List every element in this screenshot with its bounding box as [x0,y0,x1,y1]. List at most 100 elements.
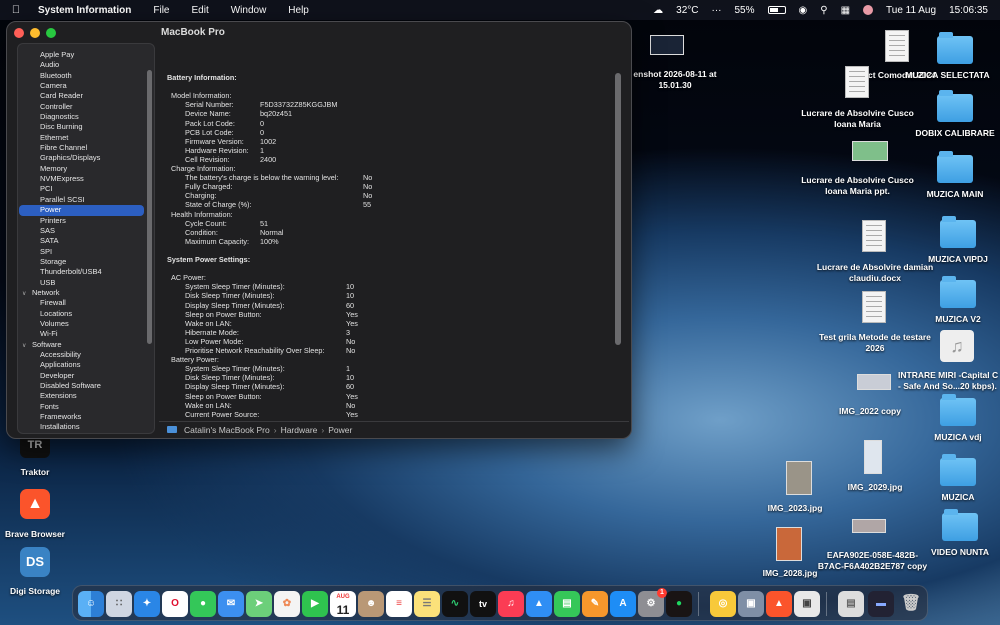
img-2022-thumbnail[interactable] [857,374,891,390]
sidebar-item-apple-pay[interactable]: Apple Pay [18,50,154,60]
disk-utility-icon[interactable]: ▣ [738,591,764,617]
contacts-icon[interactable]: ☻ [358,591,384,617]
notes-icon[interactable]: ☰ [414,591,440,617]
spotify-icon[interactable]: ● [666,591,692,617]
sidebar-group-software[interactable]: ∨ Software [18,340,154,350]
folder-muzica-icon[interactable] [940,454,976,486]
img-2022-label[interactable]: IMG_2022 copy [820,406,920,417]
sidebar-item-spi[interactable]: SPI [18,247,154,257]
sidebar-item-firewall[interactable]: Firewall [18,298,154,308]
calendar-icon[interactable]: AUG 11 [330,591,356,617]
apple-menu-icon[interactable]:  [0,4,32,16]
sidebar-item-audio[interactable]: Audio [18,60,154,70]
path-section[interactable]: Hardware [281,425,318,435]
tips-icon[interactable]: ◎ [710,591,736,617]
img-2023-label[interactable]: IMG_2023.jpg [750,503,840,514]
sidebar-item-ethernet[interactable]: Ethernet [18,133,154,143]
test-grila-document-icon[interactable] [862,291,886,323]
sidebar-item-card-reader[interactable]: Card Reader [18,91,154,101]
sidebar-item-memory[interactable]: Memory [18,164,154,174]
time-display[interactable]: 15:06:35 [949,5,988,16]
folder-muzica-main-label[interactable]: MUZICA MAIN [905,189,1000,200]
user-avatar-icon[interactable] [863,5,874,15]
battery-icon[interactable] [767,6,786,14]
img-2029-thumbnail[interactable] [864,440,882,474]
sidebar-item-pci[interactable]: PCI [18,184,154,194]
sidebar-item-usb[interactable]: USB [18,278,154,288]
app-store-icon[interactable]: A [610,591,636,617]
recent-screenshot-icon[interactable]: ▬ [868,591,894,617]
menu-file[interactable]: File [142,5,180,16]
system-settings-icon[interactable]: ⚙ 1 [638,588,667,617]
folder-muzica-label[interactable]: MUZICA [908,492,1000,503]
folder-video-nunta-label[interactable]: VIDEO NUNTA [910,547,1000,558]
zoom-button[interactable] [46,28,56,38]
folder-dobix-calibrare-label[interactable]: DOBIX CALIBRARE [905,128,1000,139]
search-icon[interactable]: ⚲ [820,5,827,16]
sidebar-item-fonts[interactable]: Fonts [18,402,154,412]
sidebar-item-camera[interactable]: Camera [18,81,154,91]
folder-muzica-selectata-label[interactable]: MUZICA SELECTATA [895,70,1000,81]
brave-browser-label[interactable]: Brave Browser [0,529,70,540]
app-menu[interactable]: System Information [32,5,142,16]
test-grila-label[interactable]: Test grila Metode de testare 2026 [805,332,945,354]
sidebar-item-sata[interactable]: SATA [18,236,154,246]
downloads-stack-icon[interactable]: ▤ [838,591,864,617]
folder-dobix-calibrare-icon[interactable] [937,90,973,122]
folder-muzica-v2-icon[interactable] [940,276,976,308]
keynote-icon[interactable]: ▲ [526,591,552,617]
temperature-status[interactable]: 32°C [676,5,698,16]
folder-muzica-v2-label[interactable]: MUZICA V2 [908,314,1000,325]
sidebar-item-disc-burning[interactable]: Disc Burning [18,122,154,132]
more-dots-icon[interactable]: ··· [711,5,721,16]
sidebar-group-network[interactable]: ∨ Network [18,288,154,298]
brave-browser-icon[interactable]: ▲ [20,489,50,519]
sidebar-item-storage[interactable]: Storage [18,257,154,267]
window-titlebar[interactable]: MacBook Pro [7,22,631,44]
photos-icon[interactable]: ✿ [274,591,300,617]
sidebar-item-power[interactable]: Power [19,205,144,216]
sidebar-item-frameworks[interactable]: Frameworks [18,412,154,422]
chevron-down-icon[interactable]: ∨ [22,341,32,351]
img-2023-thumbnail[interactable] [786,461,812,495]
launchpad-icon[interactable]: ∷ [106,591,132,617]
messages-icon[interactable]: ● [190,591,216,617]
menu-edit[interactable]: Edit [180,5,219,16]
menu-window[interactable]: Window [220,5,278,16]
digi-storage-label[interactable]: Digi Storage [0,586,70,597]
folder-muzica-main-icon[interactable] [937,151,973,183]
lucrare-cusco-label[interactable]: Lucrare de Absolvire Cusco Ioana Maria [790,108,925,130]
finder-icon[interactable]: ☺ [78,591,104,617]
music-icon[interactable]: ♫ [498,591,524,617]
brave-dock-icon[interactable]: ▲ [766,591,792,617]
apple-tv-icon[interactable]: tv [470,591,496,617]
sidebar-item-parallel-scsi[interactable]: Parallel SCSI [18,195,154,205]
sidebar-scrollbar[interactable] [147,70,152,344]
screenshot-file-label[interactable]: enshot 2026-08-11 at 15.01.30 [620,69,730,91]
eafa-thumbnail[interactable] [852,519,886,533]
sidebar-item-diagnostics[interactable]: Diagnostics [18,112,154,122]
sidebar-item-volumes[interactable]: Volumes [18,319,154,329]
sidebar-item-installations[interactable]: Installations [18,422,154,432]
folder-video-nunta-icon[interactable] [942,509,978,541]
cloud-sun-icon[interactable]: ☁ [653,5,663,16]
stocks-icon[interactable]: ∿ [442,591,468,617]
control-center-icon[interactable]: ▦ [841,5,850,16]
path-item[interactable]: Power [328,425,352,435]
folder-muzica-vdj-icon[interactable] [940,394,976,426]
sidebar-item-printers[interactable]: Printers [18,216,154,226]
music-file-icon[interactable]: ♫ [940,330,974,362]
mail-icon[interactable]: ✉ [218,591,244,617]
lucrare-cusco-document-icon[interactable] [845,66,869,98]
close-button[interactable] [14,28,24,38]
sidebar-item-locations[interactable]: Locations [18,309,154,319]
pages-icon[interactable]: ✎ [582,591,608,617]
detail-scrollbar[interactable] [615,73,621,345]
chevron-down-icon[interactable]: ∨ [22,289,32,299]
sidebar-item-thunderbolt-usb4[interactable]: Thunderbolt/USB4 [18,267,154,277]
safari-icon[interactable]: ✦ [134,591,160,617]
trash-icon[interactable]: 🗑 [898,591,924,617]
sidebar-item-bluetooth[interactable]: Bluetooth [18,71,154,81]
lucrare-damian-label[interactable]: Lucrare de Absolvire damian claudiu.docx [805,262,945,284]
maps-icon[interactable]: ➤ [246,591,272,617]
